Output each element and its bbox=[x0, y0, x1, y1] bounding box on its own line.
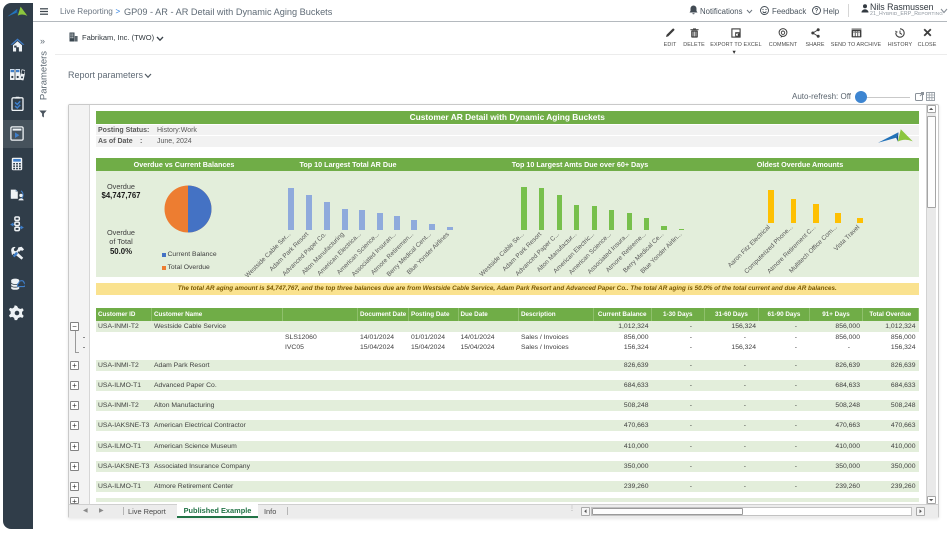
svg-text:?: ? bbox=[815, 8, 819, 14]
